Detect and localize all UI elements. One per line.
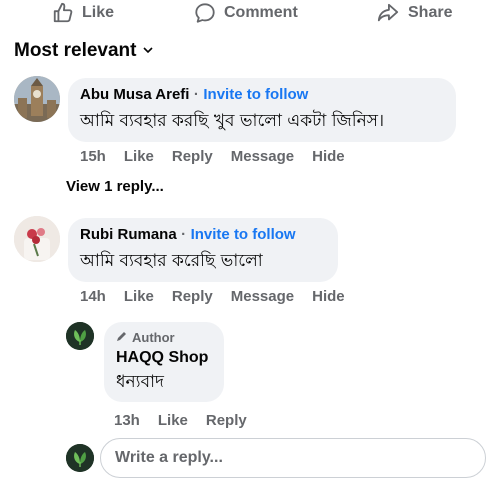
commenter-name[interactable]: Rubi Rumana xyxy=(80,226,177,243)
comment-hide-button[interactable]: Hide xyxy=(312,148,345,165)
avatar[interactable] xyxy=(14,216,60,262)
comment-hide-button[interactable]: Hide xyxy=(312,288,345,305)
reply-author-name[interactable]: HAQQ Shop xyxy=(116,349,212,367)
share-arrow-icon xyxy=(376,2,400,24)
comment-bubble: Rubi Rumana · Invite to follow আমি ব্যবহ… xyxy=(68,218,338,282)
separator: · xyxy=(193,86,199,103)
reply-text: ধন্যবাদ xyxy=(116,372,164,392)
like-action[interactable]: Like xyxy=(52,2,114,24)
reply-input[interactable]: Write a reply... xyxy=(100,438,486,478)
share-label: Share xyxy=(408,4,453,21)
comment-message-button[interactable]: Message xyxy=(231,288,294,305)
comment-reply-button[interactable]: Reply xyxy=(172,148,213,165)
reply-timestamp[interactable]: 13h xyxy=(114,412,140,429)
bouquet-avatar-icon xyxy=(14,216,60,262)
comment-timestamp[interactable]: 15h xyxy=(80,148,106,165)
comment-reply-button[interactable]: Reply xyxy=(172,288,213,305)
sort-label: Most relevant xyxy=(14,40,137,61)
share-action[interactable]: Share xyxy=(376,2,452,24)
comment-actions: 15h Like Reply Message Hide xyxy=(80,148,345,165)
reply-like-button[interactable]: Like xyxy=(158,412,188,429)
chevron-down-icon xyxy=(142,40,154,62)
post-action-bar: Like Comment Share xyxy=(0,0,500,28)
comment-actions: 14h Like Reply Message Hide xyxy=(80,288,345,305)
comment-like-button[interactable]: Like xyxy=(124,148,154,165)
reply-input-placeholder: Write a reply... xyxy=(115,449,223,466)
reply-actions: 13h Like Reply xyxy=(114,412,247,429)
comment-label: Comment xyxy=(224,4,298,21)
leaf-logo-icon xyxy=(66,322,94,350)
comment-text: আমি ব্যবহার করছি খুব ভালো একটা জিনিস। xyxy=(80,111,385,131)
comment-bubble: Abu Musa Arefi · Invite to follow আমি ব্… xyxy=(68,78,456,142)
author-badge: Author xyxy=(116,330,212,345)
reply-reply-button[interactable]: Reply xyxy=(206,412,247,429)
avatar[interactable] xyxy=(14,76,60,122)
invite-to-follow-link[interactable]: Invite to follow xyxy=(191,226,296,243)
view-replies-link[interactable]: View 1 reply... xyxy=(66,178,164,195)
clock-tower-avatar-icon xyxy=(14,76,60,122)
avatar[interactable] xyxy=(66,322,94,350)
comment-message-button[interactable]: Message xyxy=(231,148,294,165)
invite-to-follow-link[interactable]: Invite to follow xyxy=(203,86,308,103)
separator: · xyxy=(181,226,187,243)
comment-action[interactable]: Comment xyxy=(194,2,298,24)
comment-bubble-icon xyxy=(194,2,216,24)
comment-text: আমি ব্যবহার করেছি ভালো xyxy=(80,251,263,271)
avatar xyxy=(66,444,94,472)
comment-timestamp[interactable]: 14h xyxy=(80,288,106,305)
author-badge-label: Author xyxy=(132,330,175,345)
reply-bubble: Author HAQQ Shop ধন্যবাদ xyxy=(104,322,224,402)
sort-dropdown[interactable]: Most relevant xyxy=(14,40,154,62)
leaf-logo-icon xyxy=(66,444,94,472)
comment-like-button[interactable]: Like xyxy=(124,288,154,305)
commenter-name[interactable]: Abu Musa Arefi xyxy=(80,86,189,103)
like-label: Like xyxy=(82,4,115,21)
pencil-icon xyxy=(116,330,128,345)
thumbs-up-icon xyxy=(52,2,74,24)
